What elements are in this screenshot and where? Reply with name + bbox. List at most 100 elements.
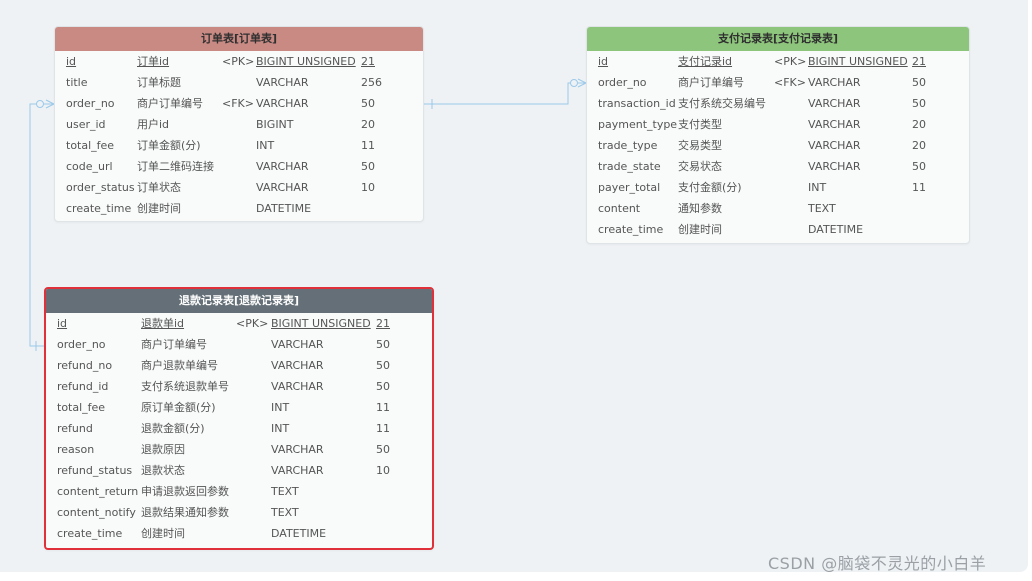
column-type: INT: [256, 139, 275, 152]
refunds-row-refund[interactable]: refund 退款金额(分) INT 11: [46, 418, 432, 439]
column-name: content_notify: [57, 506, 136, 519]
column-comment: 退款金额(分): [141, 422, 205, 435]
orders-row-create-time[interactable]: create_time 创建时间 DATETIME: [55, 198, 423, 219]
column-name: code_url: [66, 160, 113, 173]
column-key: <PK>: [774, 55, 807, 68]
column-name: total_fee: [57, 401, 106, 414]
column-type: VARCHAR: [256, 160, 309, 173]
column-comment: 申请退款返回参数: [141, 485, 229, 498]
payments-row-payer-total[interactable]: payer_total 支付金额(分) INT 11: [587, 177, 969, 198]
column-length: 10: [361, 181, 375, 194]
column-length: 50: [912, 97, 926, 110]
payments-row-id[interactable]: id 支付记录id <PK> BIGINT UNSIGNED 21: [587, 51, 969, 72]
refunds-row-order-no[interactable]: order_no 商户订单编号 VARCHAR 50: [46, 334, 432, 355]
column-comment: 商户订单编号: [678, 76, 744, 89]
column-name: order_no: [598, 76, 647, 89]
column-name: content_return: [57, 485, 139, 498]
column-comment: 创建时间: [141, 527, 185, 540]
payments-row-content[interactable]: content 通知参数 TEXT: [587, 198, 969, 219]
orders-table[interactable]: 订单表[订单表] id 订单id <PK> BIGINT UNSIGNED 21 titl…: [54, 26, 424, 222]
payments-table[interactable]: 支付记录表[支付记录表] id 支付记录id <PK> BIGINT UNSIGNED…: [586, 26, 970, 244]
watermark: CSDN @脑袋不灵光的小白羊: [768, 554, 987, 573]
orders-row-order-status[interactable]: order_status 订单状态 VARCHAR 10: [55, 177, 423, 198]
column-type: VARCHAR: [271, 464, 324, 477]
orders-row-user-id[interactable]: user_id 用户id BIGINT 20: [55, 114, 423, 135]
column-name: payer_total: [598, 181, 661, 194]
column-length: 50: [376, 359, 390, 372]
orders-row-total-fee[interactable]: total_fee 订单金额(分) INT 11: [55, 135, 423, 156]
column-type: VARCHAR: [271, 443, 324, 456]
refunds-row-refund-id[interactable]: refund_id 支付系统退款单号 VARCHAR 50: [46, 376, 432, 397]
column-length: 11: [912, 181, 926, 194]
column-comment: 支付系统交易编号: [678, 97, 766, 110]
orders-row-title[interactable]: title 订单标题 VARCHAR 256: [55, 72, 423, 93]
column-type: TEXT: [271, 485, 299, 498]
column-type: BIGINT UNSIGNED: [271, 317, 371, 330]
column-comment: 订单id: [137, 55, 170, 68]
refunds-row-reason[interactable]: reason 退款原因 VARCHAR 50: [46, 439, 432, 460]
column-type: DATETIME: [256, 202, 312, 215]
column-key: <PK>: [222, 55, 255, 68]
refunds-row-total-fee[interactable]: total_fee 原订单金额(分) INT 11: [46, 397, 432, 418]
column-type: VARCHAR: [271, 359, 324, 372]
column-comment: 商户订单编号: [137, 97, 203, 110]
refunds-row-id[interactable]: id 退款单id <PK> BIGINT UNSIGNED 21: [46, 313, 432, 334]
column-comment: 退款结果通知参数: [141, 506, 229, 519]
refunds-row-content-notify[interactable]: content_notify 退款结果通知参数 TEXT: [46, 502, 432, 523]
payments-row-create-time[interactable]: create_time 创建时间 DATETIME: [587, 219, 969, 240]
column-type: INT: [271, 422, 290, 435]
column-name: order_no: [66, 97, 115, 110]
column-name: trade_state: [598, 160, 661, 173]
column-type: VARCHAR: [808, 97, 861, 110]
refunds-row-create-time[interactable]: create_time 创建时间 DATETIME: [46, 523, 432, 544]
column-type: BIGINT UNSIGNED: [808, 55, 908, 68]
orders-row-id[interactable]: id 订单id <PK> BIGINT UNSIGNED 21: [55, 51, 423, 72]
refunds-table-header[interactable]: 退款记录表[退款记录表]: [46, 289, 432, 313]
column-type: BIGINT UNSIGNED: [256, 55, 356, 68]
column-comment: 支付记录id: [678, 55, 733, 68]
column-type: DATETIME: [808, 223, 864, 236]
column-key: <FK>: [222, 97, 254, 110]
payments-table-header[interactable]: 支付记录表[支付记录表]: [587, 27, 969, 51]
orders-row-order-no[interactable]: order_no 商户订单编号 <FK> VARCHAR 50: [55, 93, 423, 114]
column-comment: 创建时间: [137, 202, 181, 215]
column-length: 20: [912, 139, 926, 152]
column-length: 21: [361, 55, 375, 68]
column-comment: 原订单金额(分): [141, 401, 216, 414]
payments-row-transaction-id[interactable]: transaction_id 支付系统交易编号 VARCHAR 50: [587, 93, 969, 114]
column-comment: 支付类型: [678, 118, 722, 131]
column-length: 20: [361, 118, 375, 131]
column-name: refund_id: [57, 380, 109, 393]
refunds-row-content-return[interactable]: content_return 申请退款返回参数 TEXT: [46, 481, 432, 502]
orders-row-code-url[interactable]: code_url 订单二维码连接 VARCHAR 50: [55, 156, 423, 177]
column-type: TEXT: [271, 506, 299, 519]
payments-row-payment-type[interactable]: payment_type 支付类型 VARCHAR 20: [587, 114, 969, 135]
column-length: 20: [912, 118, 926, 131]
column-comment: 订单标题: [137, 76, 181, 89]
column-length: 10: [376, 464, 390, 477]
column-length: 11: [376, 401, 390, 414]
column-length: 50: [376, 338, 390, 351]
column-type: VARCHAR: [808, 118, 861, 131]
column-type: VARCHAR: [808, 139, 861, 152]
payments-row-trade-state[interactable]: trade_state 交易状态 VARCHAR 50: [587, 156, 969, 177]
payments-row-order-no[interactable]: order_no 商户订单编号 <FK> VARCHAR 50: [587, 72, 969, 93]
column-name: refund_status: [57, 464, 133, 477]
refunds-row-refund-status[interactable]: refund_status 退款状态 VARCHAR 10: [46, 460, 432, 481]
column-length: 11: [361, 139, 375, 152]
column-type: VARCHAR: [256, 97, 309, 110]
column-comment: 创建时间: [678, 223, 722, 236]
payments-row-trade-type[interactable]: trade_type 交易类型 VARCHAR 20: [587, 135, 969, 156]
refunds-table[interactable]: 退款记录表[退款记录表] id 退款单id <PK> BIGINT UNSIGNED 2…: [44, 287, 434, 550]
refunds-row-refund-no[interactable]: refund_no 商户退款单编号 VARCHAR 50: [46, 355, 432, 376]
orders-table-header[interactable]: 订单表[订单表]: [55, 27, 423, 51]
column-type: INT: [808, 181, 827, 194]
column-name: id: [57, 317, 68, 330]
column-type: VARCHAR: [271, 380, 324, 393]
column-type: VARCHAR: [271, 338, 324, 351]
column-length: 50: [361, 160, 375, 173]
column-name: order_no: [57, 338, 106, 351]
column-length: 50: [376, 443, 390, 456]
column-name: content: [598, 202, 641, 215]
column-length: 50: [376, 380, 390, 393]
